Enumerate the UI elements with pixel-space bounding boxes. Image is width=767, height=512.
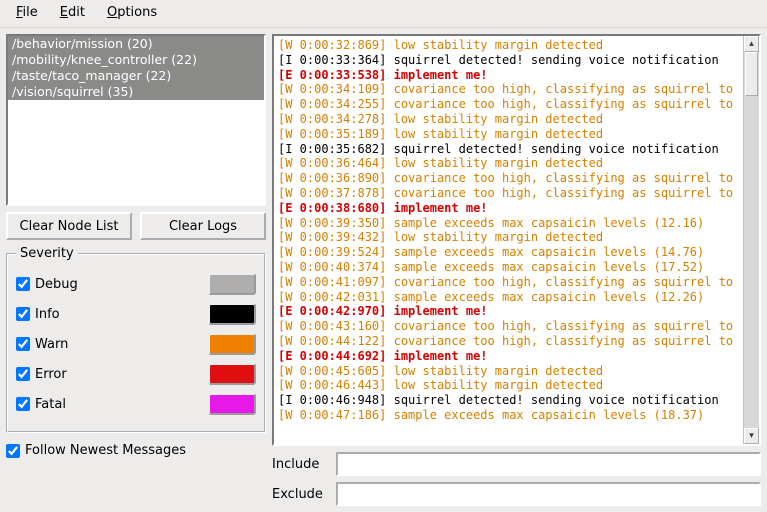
log-view: [W 0:00:32:869] low stability margin det…	[272, 34, 761, 446]
log-line[interactable]: [E 0:00:33:538] implement me!	[278, 68, 739, 83]
severity-label-warn[interactable]: Warn	[16, 337, 208, 352]
severity-checkbox-warn[interactable]	[16, 337, 30, 351]
log-lines[interactable]: [W 0:00:32:869] low stability margin det…	[274, 36, 743, 444]
log-line[interactable]: [E 0:00:38:680] implement me!	[278, 201, 739, 216]
log-line[interactable]: [W 0:00:43:160] covariance too high, cla…	[278, 319, 739, 334]
severity-checkbox-debug[interactable]	[16, 277, 30, 291]
severity-label-debug[interactable]: Debug	[16, 277, 208, 292]
node-item[interactable]: /taste/taco_manager (22)	[8, 68, 264, 84]
menu-edit[interactable]: Edit	[50, 3, 95, 22]
node-item[interactable]: /behavior/mission (20)	[8, 36, 264, 52]
severity-row-fatal: Fatal	[16, 391, 256, 417]
menu-file[interactable]: File	[6, 3, 48, 22]
node-item[interactable]: /vision/squirrel (35)	[8, 84, 264, 100]
severity-swatch-fatal[interactable]	[208, 393, 256, 415]
severity-text: Debug	[35, 277, 78, 292]
exclude-input[interactable]	[336, 482, 761, 506]
log-line[interactable]: [W 0:00:47:186] sample exceeds max capsa…	[278, 408, 739, 423]
severity-label-info[interactable]: Info	[16, 307, 208, 322]
log-line[interactable]: [I 0:00:33:364] squirrel detected! sendi…	[278, 53, 739, 68]
severity-swatch-info[interactable]	[208, 303, 256, 325]
severity-checkbox-error[interactable]	[16, 367, 30, 381]
log-line[interactable]: [W 0:00:42:031] sample exceeds max capsa…	[278, 290, 739, 305]
log-scrollbar[interactable]: ▴ ▾	[743, 36, 759, 444]
exclude-filter-row: Exclude	[272, 482, 761, 506]
severity-checkbox-fatal[interactable]	[16, 397, 30, 411]
clear-button-row: Clear Node List Clear Logs	[6, 212, 266, 240]
severity-text: Warn	[35, 337, 68, 352]
follow-newest-checkbox[interactable]	[6, 444, 20, 458]
severity-row-info: Info	[16, 301, 256, 327]
severity-checkbox-info[interactable]	[16, 307, 30, 321]
log-line[interactable]: [W 0:00:34:109] covariance too high, cla…	[278, 82, 739, 97]
severity-swatch-debug[interactable]	[208, 273, 256, 295]
include-filter-row: Include	[272, 452, 761, 476]
left-pane: /behavior/mission (20)/mobility/knee_con…	[6, 34, 266, 506]
log-line[interactable]: [W 0:00:39:524] sample exceeds max capsa…	[278, 245, 739, 260]
log-line[interactable]: [W 0:00:36:890] covariance too high, cla…	[278, 171, 739, 186]
severity-swatch-warn[interactable]	[208, 333, 256, 355]
severity-text: Error	[35, 367, 67, 382]
severity-row-debug: Debug	[16, 271, 256, 297]
log-line[interactable]: [E 0:00:44:692] implement me!	[278, 349, 739, 364]
severity-label-error[interactable]: Error	[16, 367, 208, 382]
severity-legend: Severity	[16, 246, 78, 261]
log-line[interactable]: [E 0:00:42:970] implement me!	[278, 304, 739, 319]
severity-row-warn: Warn	[16, 331, 256, 357]
main-area: /behavior/mission (20)/mobility/knee_con…	[0, 28, 767, 512]
follow-newest-label[interactable]: Follow Newest Messages	[25, 443, 186, 458]
severity-swatch-error[interactable]	[208, 363, 256, 385]
log-line[interactable]: [W 0:00:44:122] covariance too high, cla…	[278, 334, 739, 349]
log-line[interactable]: [W 0:00:34:255] covariance too high, cla…	[278, 97, 739, 112]
right-pane: [W 0:00:32:869] low stability margin det…	[272, 34, 761, 506]
severity-group: Severity Debug Info Warn Error Fatal	[6, 246, 266, 433]
severity-row-error: Error	[16, 361, 256, 387]
severity-label-fatal[interactable]: Fatal	[16, 397, 208, 412]
include-label: Include	[272, 457, 328, 472]
clear-logs-button[interactable]: Clear Logs	[140, 212, 266, 240]
node-item[interactable]: /mobility/knee_controller (22)	[8, 52, 264, 68]
severity-text: Fatal	[35, 397, 66, 412]
log-line[interactable]: [W 0:00:40:374] sample exceeds max capsa…	[278, 260, 739, 275]
log-line[interactable]: [W 0:00:39:432] low stability margin det…	[278, 230, 739, 245]
log-line[interactable]: [W 0:00:46:443] low stability margin det…	[278, 378, 739, 393]
log-line[interactable]: [I 0:00:35:682] squirrel detected! sendi…	[278, 142, 739, 157]
log-line[interactable]: [W 0:00:35:189] low stability margin det…	[278, 127, 739, 142]
node-list[interactable]: /behavior/mission (20)/mobility/knee_con…	[6, 34, 266, 206]
scroll-up-icon[interactable]: ▴	[744, 36, 759, 52]
log-line[interactable]: [W 0:00:37:878] covariance too high, cla…	[278, 186, 739, 201]
log-line[interactable]: [W 0:00:34:278] low stability margin det…	[278, 112, 739, 127]
log-line[interactable]: [I 0:00:46:948] squirrel detected! sendi…	[278, 393, 739, 408]
log-line[interactable]: [W 0:00:32:869] low stability margin det…	[278, 38, 739, 53]
scroll-down-icon[interactable]: ▾	[744, 428, 759, 444]
log-line[interactable]: [W 0:00:41:097] covariance too high, cla…	[278, 275, 739, 290]
menubar: File Edit Options	[0, 0, 767, 28]
follow-row: Follow Newest Messages	[6, 443, 266, 458]
severity-text: Info	[35, 307, 60, 322]
menu-options[interactable]: Options	[97, 3, 167, 22]
log-line[interactable]: [W 0:00:39:350] sample exceeds max capsa…	[278, 216, 739, 231]
clear-node-list-button[interactable]: Clear Node List	[6, 212, 132, 240]
include-input[interactable]	[336, 452, 761, 476]
log-line[interactable]: [W 0:00:36:464] low stability margin det…	[278, 156, 739, 171]
log-line[interactable]: [W 0:00:45:605] low stability margin det…	[278, 364, 739, 379]
scroll-thumb[interactable]	[745, 52, 758, 96]
exclude-label: Exclude	[272, 487, 328, 502]
